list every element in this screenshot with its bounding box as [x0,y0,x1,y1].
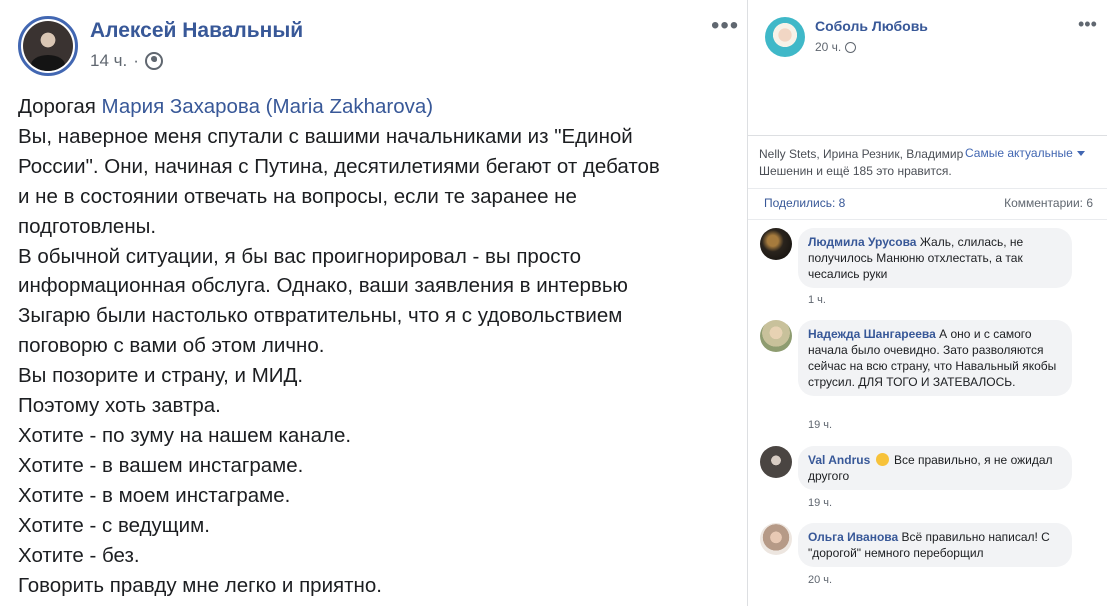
comment-timestamp[interactable]: 19 ч. [808,419,832,431]
commenter-name[interactable]: Надежда Шангареева [808,327,936,341]
commenter-name[interactable]: Людмила Урусова [808,235,916,249]
side-meta: 20 ч. [815,40,857,54]
post-line: Хотите - без. [18,543,140,567]
post-line: Вы позорите и страну, и МИД. [18,364,304,388]
post-text: Дорогая Мария Захарова (Maria Zakharova)… [18,92,740,600]
post-line: Дорогая Мария Захарова (Maria Zakharova) [18,95,434,118]
side-author-name[interactable]: Соболь Любовь [815,18,928,34]
mention-link[interactable]: Мария Захарова (Maria Zakharova) [102,95,434,118]
comment-bubble: Людмила Урусова Жаль, слилась, не получи… [798,228,1072,288]
sort-label: Самые актуальные [965,146,1073,160]
post-author-name[interactable]: Алексей Навальный [90,19,303,43]
post-line: Поэтому хоть завтра. [18,394,221,418]
post-line: Говорить правду мне легко и приятно. [18,573,382,597]
post-meta: 14 ч. · [90,51,163,71]
post-line: Хотите - по зуму на нашем канале. [18,423,352,447]
comment-bubble: Ольга Иванова Всё правильно написал! С "… [798,523,1072,567]
post-line: Хотите - с ведущим. [18,513,210,537]
post-options-icon[interactable]: ••• [711,14,739,38]
post-line: информационная обслуга. Однако, ваши зая… [18,274,628,298]
comment-bubble: Надежда Шангареева А оно и с самого нача… [798,320,1072,396]
post-line: Хотите - в вашем инстаграме. [18,453,304,477]
separator [748,188,1107,189]
comment-timestamp[interactable]: 20 ч. [808,574,832,586]
commenter-avatar[interactable] [760,523,792,555]
post-line: и не в состоянии отвечать на вопросы, ес… [18,184,577,208]
globe-icon[interactable] [845,41,857,53]
post-line: России". Они, начиная с Путина, десятиле… [18,154,660,178]
commenter-name[interactable]: Ольга Иванова [808,530,898,544]
post-line: В обычной ситуации, я бы вас проигнориро… [18,244,582,268]
separator [748,135,1107,136]
likes-summary[interactable]: Nelly Stets, Ирина Резник, Владимир Шеше… [759,146,969,180]
wink-emoji-icon [875,453,889,466]
post-line: подготовлены. [18,214,157,238]
side-panel: Соболь Любовь 20 ч. ••• Nelly Stets, Ири… [748,0,1107,606]
shares-link[interactable]: Поделились: 8 [764,196,845,210]
avatar-image [23,21,73,71]
post-timestamp[interactable]: 14 ч. [90,51,127,71]
post-line: поговорю с вами об этом лично. [18,334,325,358]
commenter-avatar[interactable] [760,320,792,352]
separator [748,219,1107,220]
sort-dropdown[interactable]: Самые актуальные [965,146,1085,160]
post-line: Зыгарю были настолько отвратительны, что… [18,304,623,328]
side-timestamp[interactable]: 20 ч. [815,40,841,54]
post-line: Вы, наверное меня спутали с вашими начал… [18,124,633,148]
commenter-name[interactable]: Val Andrus [808,453,870,467]
post-panel: Алексей Навальный 14 ч. · ••• Дорогая Ма… [0,0,747,606]
comment-bubble: Val Andrus Все правильно, я не ожидал др… [798,446,1072,490]
comment-timestamp[interactable]: 19 ч. [808,497,832,509]
post-author-avatar[interactable] [18,16,78,76]
comments-count[interactable]: Комментарии: 6 [1004,196,1093,210]
globe-icon[interactable] [144,52,163,70]
post-line: Хотите - в моем инстаграме. [18,483,291,507]
side-author-avatar[interactable] [765,17,805,57]
commenter-avatar[interactable] [760,446,792,478]
commenter-avatar[interactable] [760,228,792,260]
side-options-icon[interactable]: ••• [1078,14,1097,35]
chevron-down-icon [1076,150,1085,156]
comment-timestamp[interactable]: 1 ч. [808,294,826,306]
